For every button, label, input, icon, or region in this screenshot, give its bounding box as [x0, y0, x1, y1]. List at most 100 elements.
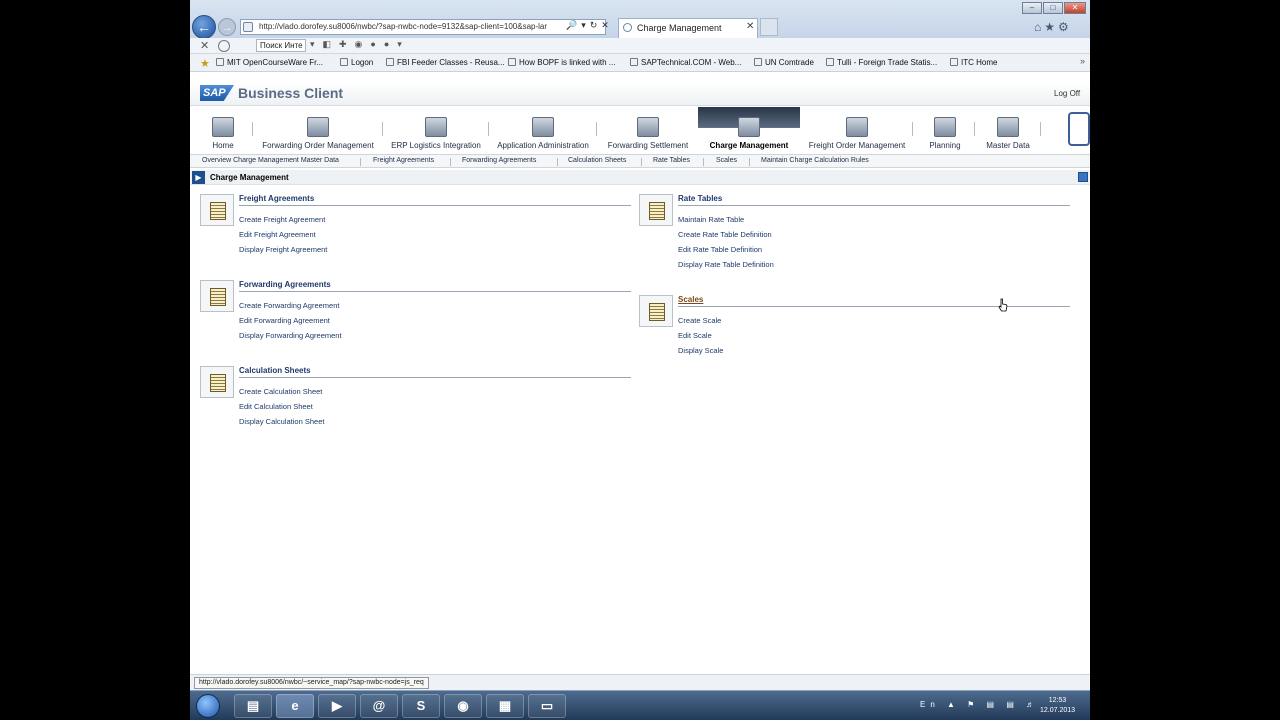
- subnav-calculation-sheets[interactable]: Calculation Sheets: [568, 157, 626, 164]
- subnav-rate-tables[interactable]: Rate Tables: [653, 157, 690, 164]
- link-create-forwarding-agreement[interactable]: Create Forwarding Agreement: [239, 301, 339, 310]
- nav-charge-management[interactable]: Charge Management: [698, 107, 800, 153]
- nav-separator: [974, 122, 975, 136]
- nav-separator: [382, 122, 383, 136]
- group-title[interactable]: Calculation Sheets: [239, 366, 311, 375]
- favorite-link[interactable]: Tulli - Foreign Trade Statis...: [826, 58, 937, 67]
- content-area: Freight Agreements Create Freight Agreem…: [190, 186, 1090, 674]
- nav-scroll-button[interactable]: [1068, 112, 1090, 146]
- link-edit-forwarding-agreement[interactable]: Edit Forwarding Agreement: [239, 316, 330, 325]
- favorite-link[interactable]: MIT OpenCourseWare Fr...: [216, 58, 323, 67]
- taskbar-window-icon[interactable]: ▭: [528, 694, 566, 718]
- link-edit-calculation-sheet[interactable]: Edit Calculation Sheet: [239, 402, 313, 411]
- taskbar-internet-explorer-icon[interactable]: e: [276, 694, 314, 718]
- nav-forwarding-settlement[interactable]: Forwarding Settlement: [600, 107, 696, 153]
- forward-button[interactable]: →: [218, 18, 236, 36]
- nav-separator: [596, 122, 597, 136]
- favorite-page-icon: [216, 58, 224, 66]
- subnav-maintain-charge-calculation-rules[interactable]: Maintain Charge Calculation Rules: [761, 157, 869, 164]
- address-tools[interactable]: 🔎▾↻✕: [566, 20, 613, 31]
- nav-application-administration[interactable]: Application Administration: [492, 107, 594, 153]
- link-edit-freight-agreement[interactable]: Edit Freight Agreement: [239, 230, 316, 239]
- taskbar: ▤ e ▶ @ S ◉ ▦ ▭ En ▲ ⚑ ▤ ▤ ♬ 12:53 12.07.…: [190, 690, 1090, 720]
- favorites-star-icon[interactable]: ★: [1044, 20, 1058, 34]
- nav-freight-order-management[interactable]: Freight Order Management: [804, 107, 910, 153]
- subnav-separator: [703, 158, 704, 166]
- group-title[interactable]: Freight Agreements: [239, 194, 314, 203]
- subnav-freight-agreements[interactable]: Freight Agreements: [373, 157, 434, 164]
- application-icon: [997, 117, 1019, 137]
- tab-charge-management[interactable]: Charge Management: [618, 18, 758, 38]
- link-create-rate-table-definition[interactable]: Create Rate Table Definition: [678, 230, 772, 239]
- clock[interactable]: 12:53 12.07.2013: [1040, 696, 1075, 716]
- document-icon: [200, 280, 234, 312]
- nav-home[interactable]: Home: [198, 107, 248, 153]
- maximize-button[interactable]: □: [1043, 2, 1063, 14]
- taskbar-folder-icon[interactable]: ▦: [486, 694, 524, 718]
- addon-icon[interactable]: [218, 40, 230, 52]
- taskbar-media-player-icon[interactable]: ▶: [318, 694, 356, 718]
- back-button[interactable]: ←: [192, 15, 216, 39]
- search-input[interactable]: Поиск Инте: [256, 39, 306, 52]
- group-title[interactable]: Rate Tables: [678, 194, 722, 203]
- nav-erp-logistics-integration[interactable]: ERP Logistics Integration: [386, 107, 486, 153]
- language-indicator[interactable]: En: [920, 700, 940, 709]
- new-tab-button[interactable]: [760, 18, 778, 36]
- minimize-button[interactable]: –: [1022, 2, 1042, 14]
- favorite-link[interactable]: SAPTechnical.COM - Web...: [630, 58, 741, 67]
- favorite-link[interactable]: How BOPF is linked with ...: [508, 58, 615, 67]
- link-maintain-rate-table[interactable]: Maintain Rate Table: [678, 215, 744, 224]
- command-tools[interactable]: ▾◧✚◉●●▾: [310, 39, 410, 50]
- nav-planning[interactable]: Planning: [920, 107, 970, 153]
- personalize-icon[interactable]: [1078, 172, 1088, 182]
- group-divider: [678, 205, 1070, 206]
- home-icon[interactable]: ⌂: [1034, 20, 1044, 34]
- group-divider: [678, 306, 1070, 307]
- favorite-page-icon: [754, 58, 762, 66]
- logoff-link[interactable]: Log Off: [1054, 89, 1080, 98]
- link-create-scale[interactable]: Create Scale: [678, 316, 721, 325]
- application-icon: [846, 117, 868, 137]
- subnav-overview[interactable]: Overview Charge Management Master Data: [202, 157, 339, 164]
- subnav-scales[interactable]: Scales: [716, 157, 737, 164]
- favorite-page-icon: [950, 58, 958, 66]
- application-icon: [637, 117, 659, 137]
- link-display-scale[interactable]: Display Scale: [678, 346, 723, 355]
- taskbar-explorer-icon[interactable]: ▤: [234, 694, 272, 718]
- address-bar[interactable]: http://vlado.dorofey.su8006/nwbc/?sap-nw…: [240, 19, 606, 35]
- link-edit-rate-table-definition[interactable]: Edit Rate Table Definition: [678, 245, 762, 254]
- favorite-link[interactable]: Logon: [340, 58, 373, 67]
- status-url: http://vlado.dorofey.su8006/nwbc/~servic…: [194, 677, 429, 689]
- link-create-calculation-sheet[interactable]: Create Calculation Sheet: [239, 387, 322, 396]
- nav-forwarding-order-management[interactable]: Forwarding Order Management: [256, 107, 380, 153]
- taskbar-chrome-icon[interactable]: ◉: [444, 694, 482, 718]
- link-display-freight-agreement[interactable]: Display Freight Agreement: [239, 245, 327, 254]
- group-title[interactable]: Scales: [678, 295, 703, 304]
- gear-icon[interactable]: ⚙: [1058, 20, 1072, 34]
- taskbar-skype-icon[interactable]: S: [402, 694, 440, 718]
- taskbar-mail-icon[interactable]: @: [360, 694, 398, 718]
- favorites-bar: ★ MIT OpenCourseWare Fr... Logon FBI Fee…: [190, 54, 1090, 72]
- favorite-link[interactable]: ITC Home: [950, 58, 997, 67]
- subnav-forwarding-agreements[interactable]: Forwarding Agreements: [462, 157, 536, 164]
- link-create-freight-agreement[interactable]: Create Freight Agreement: [239, 215, 325, 224]
- chevron-right-icon[interactable]: ▶: [192, 171, 205, 184]
- favorites-star-icon[interactable]: ★: [200, 57, 210, 70]
- app-title: Business Client: [238, 85, 344, 101]
- start-button[interactable]: [196, 694, 220, 718]
- tab-close-icon[interactable]: ✕: [746, 21, 754, 32]
- nav-separator: [252, 122, 253, 136]
- link-display-rate-table-definition[interactable]: Display Rate Table Definition: [678, 260, 774, 269]
- close-icon[interactable]: ✕: [200, 39, 209, 52]
- link-edit-scale[interactable]: Edit Scale: [678, 331, 712, 340]
- chevron-right-icon[interactable]: »: [1080, 56, 1085, 66]
- favorite-link[interactable]: FBI Feeder Classes - Reusa...: [386, 58, 505, 67]
- nav-master-data[interactable]: Master Data: [980, 107, 1036, 153]
- application-icon: [307, 117, 329, 137]
- link-display-calculation-sheet[interactable]: Display Calculation Sheet: [239, 417, 324, 426]
- favorite-link[interactable]: UN Comtrade: [754, 58, 814, 67]
- application-icon: [532, 117, 554, 137]
- link-display-forwarding-agreement[interactable]: Display Forwarding Agreement: [239, 331, 342, 340]
- close-button[interactable]: ✕: [1064, 2, 1086, 14]
- group-title[interactable]: Forwarding Agreements: [239, 280, 331, 289]
